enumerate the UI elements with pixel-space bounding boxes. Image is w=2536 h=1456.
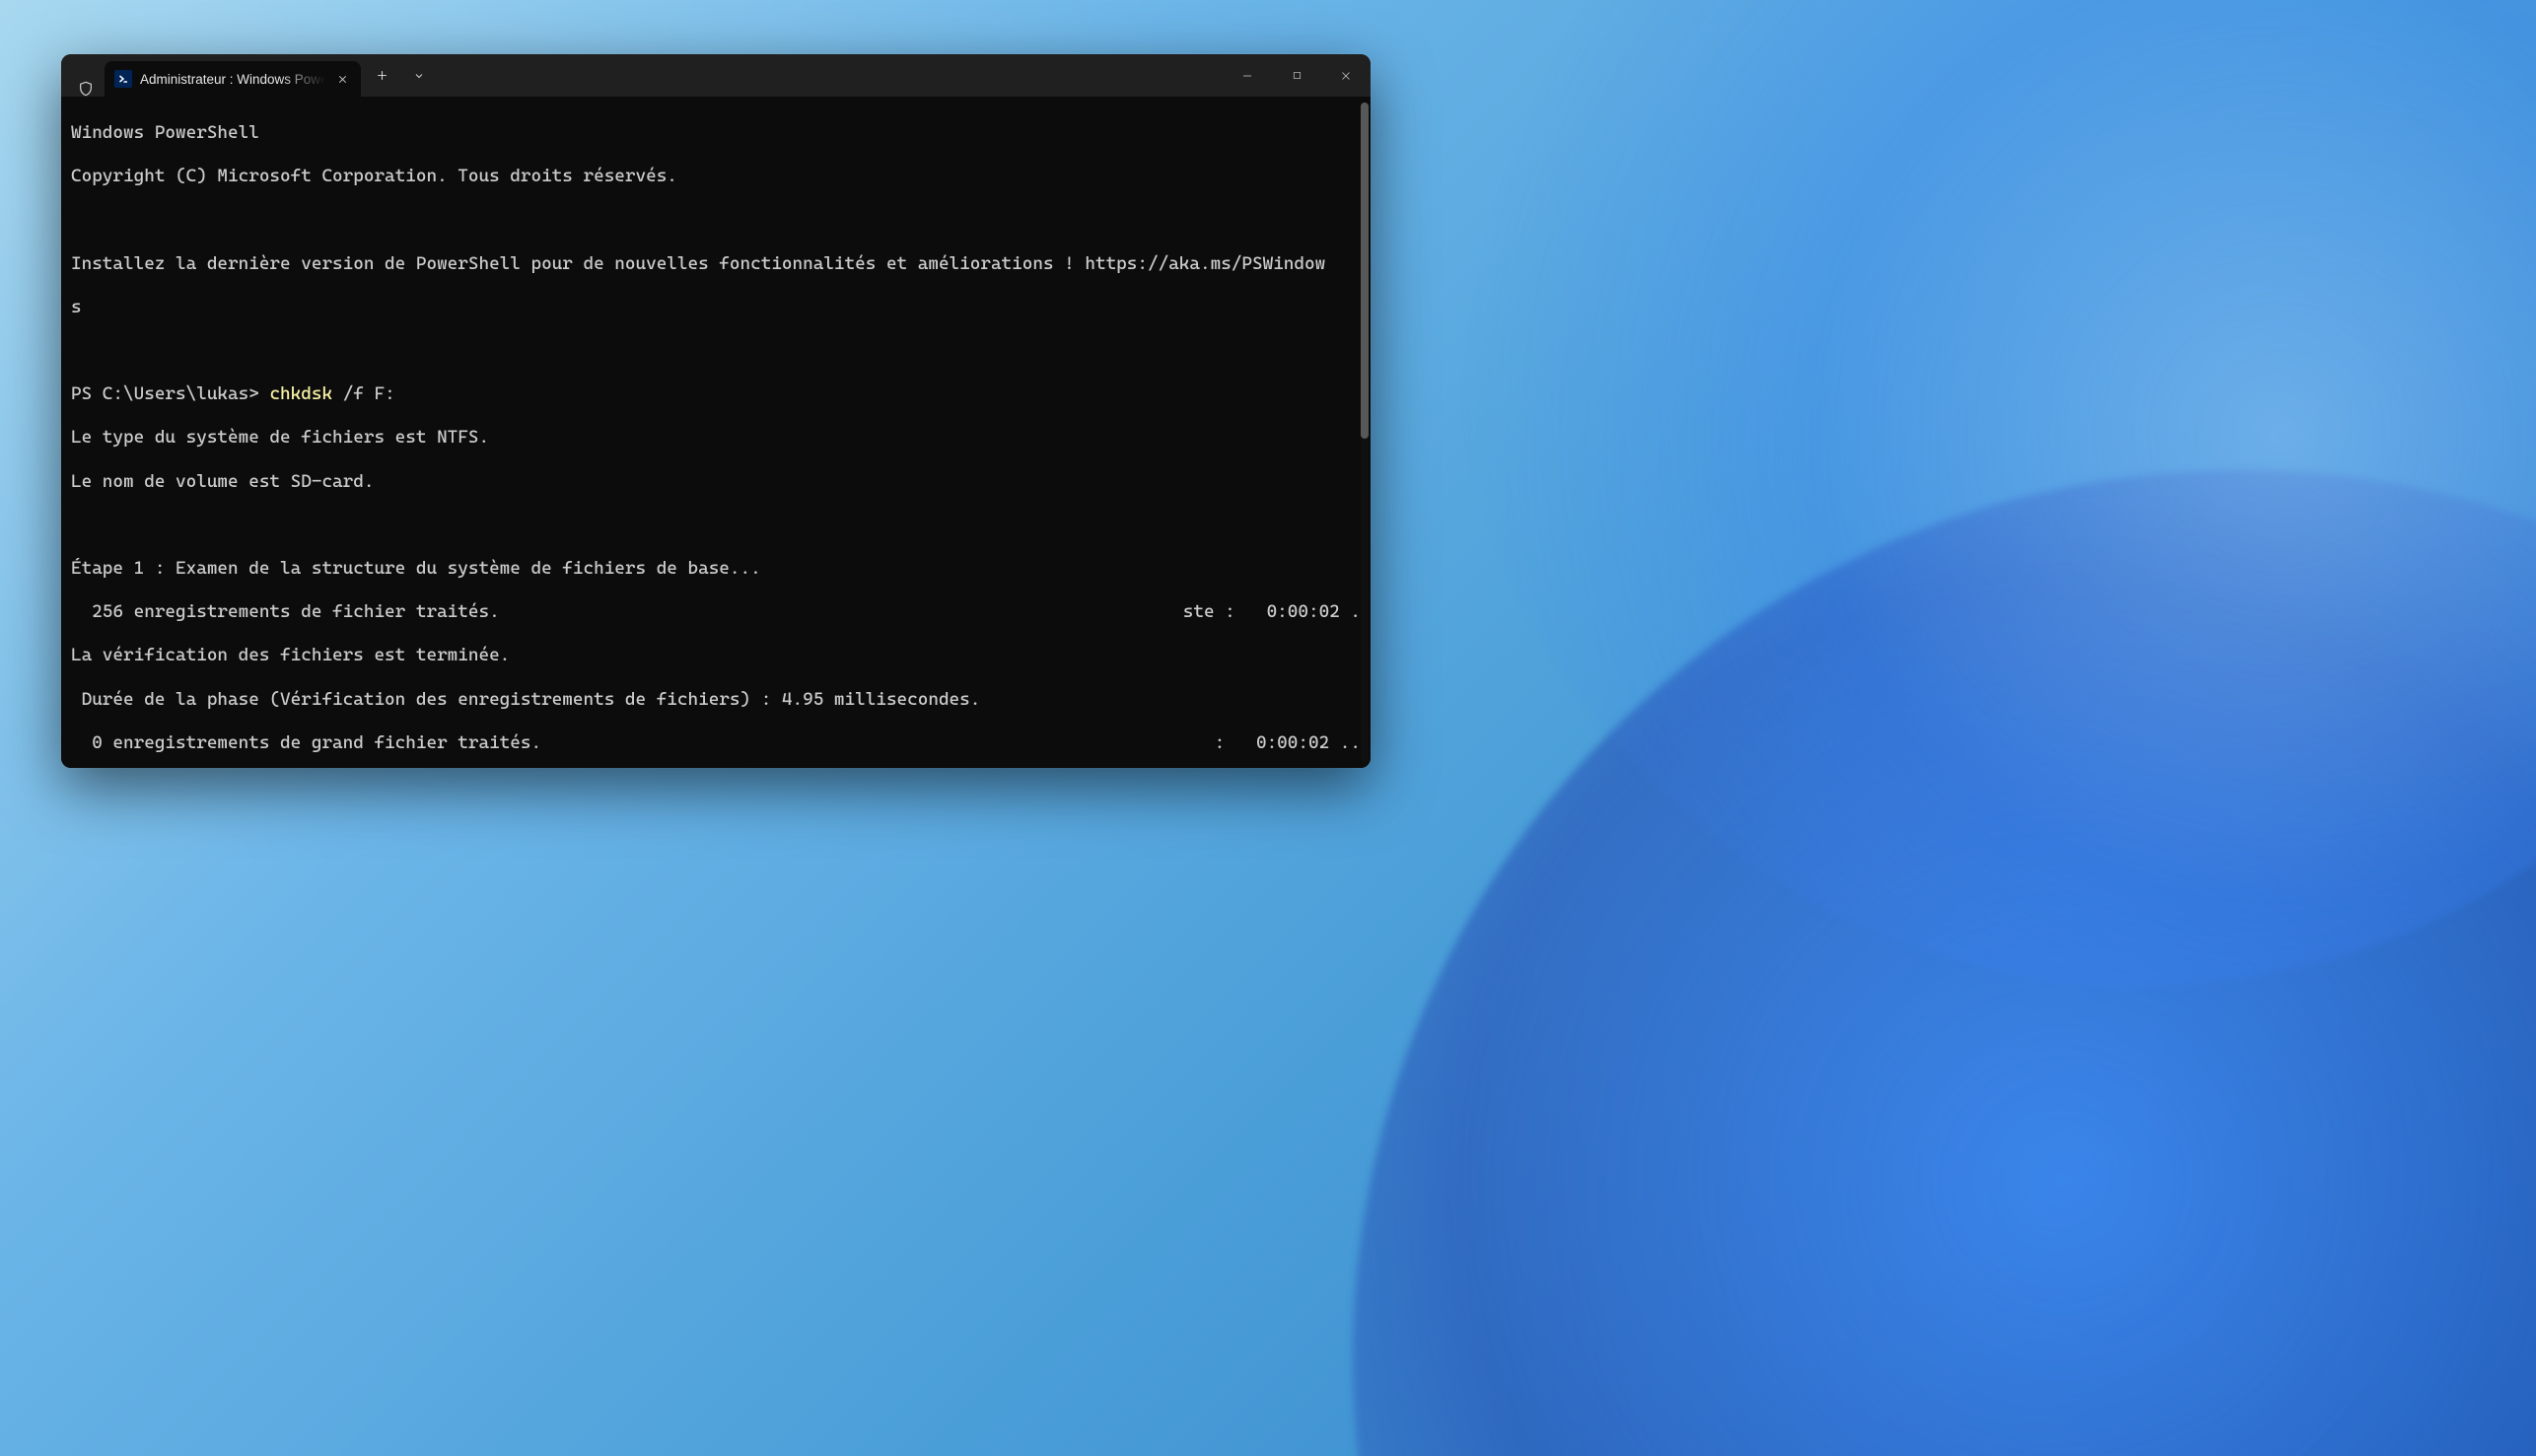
scrollbar-thumb[interactable] [1361,103,1369,439]
output-line [71,209,1361,231]
title-bar: Administrateur : Windows PowerShell [61,54,1371,97]
tab-title: Administrateur : Windows PowerShell [140,72,325,87]
output-line: Étape 1 : Examen de la structure du syst… [71,558,1361,580]
output-line: Copyright (C) Microsoft Corporation. Tou… [71,166,1361,187]
terminal-window: Administrateur : Windows PowerShell [61,54,1371,768]
terminal-output[interactable]: Windows PowerShell Copyright (C) Microso… [61,97,1371,768]
new-tab-button[interactable] [365,59,398,93]
output-line: s [71,297,1361,318]
window-controls [1223,54,1371,97]
prompt-path: PS C:\Users\lukas> [71,383,259,404]
output-line: 256 enregistrements de fichier traités.s… [71,601,1361,623]
close-button[interactable] [1321,54,1371,97]
output-line: Le type du système de fichiers est NTFS. [71,427,1361,449]
output-line: Windows PowerShell [71,122,1361,144]
output-line: Installez la dernière version de PowerSh… [71,253,1361,275]
tab-dropdown-button[interactable] [402,59,436,93]
command: chkdsk [269,383,332,404]
prompt-line: PS C:\Users\lukas> chkdsk /f F: [71,383,1361,405]
output-line: Le nom de volume est SD-card. [71,471,1361,493]
tab-strip: Administrateur : Windows PowerShell [61,54,1223,97]
output-line [71,340,1361,362]
output-line: La vérification des fichiers est terminé… [71,645,1361,666]
maximize-button[interactable] [1272,54,1321,97]
output-line: 0 enregistrements de grand fichier trait… [71,732,1361,754]
tab-powershell[interactable]: Administrateur : Windows PowerShell [105,61,361,97]
minimize-button[interactable] [1223,54,1272,97]
command-args: /f F: [343,383,395,404]
tab-close-button[interactable] [333,70,351,88]
shield-admin-icon [67,81,105,97]
output-line: Durée de la phase (Vérification des enre… [71,689,1361,711]
powershell-icon [114,70,132,88]
output-line [71,515,1361,536]
